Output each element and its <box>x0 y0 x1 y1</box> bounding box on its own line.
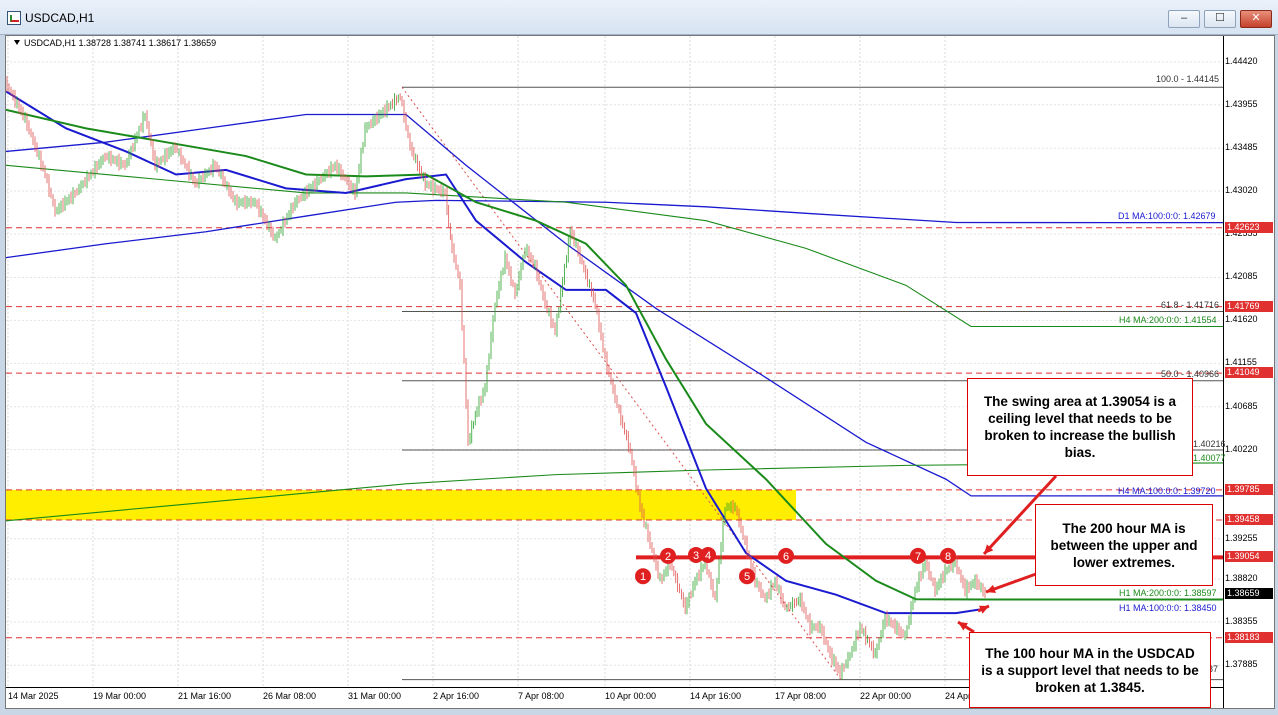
price-tick: 1.43955 <box>1225 98 1258 109</box>
time-tick: 21 Mar 16:00 <box>178 691 232 701</box>
price-tag: 1.38183 <box>1225 631 1273 643</box>
price-tick: 1.44420 <box>1225 55 1258 66</box>
ma200-callout-arrow-head <box>986 584 996 594</box>
time-tick: 22 Apr 00:00 <box>860 691 912 701</box>
price-tick: 1.40685 <box>1225 400 1258 411</box>
price-tick: 1.38820 <box>1225 572 1258 583</box>
window-title: USDCAD,H1 <box>25 11 95 25</box>
time-tick: 24 Apr <box>945 691 972 701</box>
price-tag: 1.38659 <box>1225 587 1273 599</box>
time-tick: 14 Mar 2025 <box>8 691 59 701</box>
price-tick: 1.37885 <box>1225 659 1258 670</box>
time-tick: 19 Mar 00:00 <box>93 691 147 701</box>
fib618-label: 61.8 - 1.41716 <box>1161 300 1220 310</box>
time-tick: 17 Apr 08:00 <box>775 691 827 701</box>
time-tick: 26 Mar 08:00 <box>263 691 317 701</box>
chart-header: USDCAD,H1 1.38728 1.38741 1.38617 1.3865… <box>14 38 216 48</box>
level-40077-label: 1.40077 <box>1193 453 1226 463</box>
close-button[interactable]: ✕ <box>1240 10 1272 28</box>
chart-area[interactable]: USDCAD,H1 1.38728 1.38741 1.38617 1.3865… <box>5 35 1275 709</box>
swing-marker-label-2: 2 <box>665 551 671 563</box>
h4-ma200-label: H4 MA:200:0:0: 1.41554 <box>1119 315 1217 325</box>
swing-zone <box>6 489 796 521</box>
h1-ma100-line <box>6 90 987 615</box>
swing-area-callout: The swing area at 1.39054 is a ceiling l… <box>967 378 1193 476</box>
chart-app-icon <box>7 11 21 25</box>
ma200-callout: The 200 hour MA is between the upper and… <box>1035 504 1213 586</box>
swing-marker-label-1: 1 <box>640 571 646 583</box>
time-tick: 14 Apr 16:00 <box>690 691 742 701</box>
collapse-triangle-icon[interactable] <box>14 40 20 45</box>
maximize-button[interactable]: ☐ <box>1204 10 1236 28</box>
swing-marker-label-7: 7 <box>915 551 921 563</box>
price-chart-svg: 1 2 3 4 5 6 7 8 <box>6 36 1224 687</box>
price-tick: 1.38355 <box>1225 615 1258 626</box>
price-tick: 1.43020 <box>1225 185 1258 196</box>
price-tick: 1.40220 <box>1225 443 1258 454</box>
price-tag: 1.39054 <box>1225 551 1273 563</box>
time-tick: 2 Apr 16:00 <box>433 691 480 701</box>
price-tick: 1.42085 <box>1225 271 1258 282</box>
h4-ma100-label: H4 MA:100:0:0: 1.39720 <box>1118 486 1216 496</box>
h4-ma200-line <box>6 164 1223 328</box>
price-tick: 1.39255 <box>1225 532 1258 543</box>
price-tag: 1.39785 <box>1225 483 1273 495</box>
h1-ma100-label: H1 MA:100:0:0: 1.38450 <box>1119 603 1217 613</box>
price-tag: 1.39458 <box>1225 514 1273 526</box>
price-tag: 1.42623 <box>1225 221 1273 233</box>
window-titlebar: USDCAD,H1 ‒ ☐ ✕ <box>0 0 1278 35</box>
price-tag: 1.41769 <box>1225 300 1273 312</box>
minimize-button[interactable]: ‒ <box>1168 10 1200 28</box>
swing-marker-label-5: 5 <box>744 571 750 583</box>
time-tick: 7 Apr 08:00 <box>518 691 565 701</box>
price-tag: 1.41049 <box>1225 367 1273 379</box>
time-tick: 10 Apr 00:00 <box>605 691 657 701</box>
price-tick: 1.43485 <box>1225 142 1258 153</box>
swing-marker-label-8: 8 <box>945 551 951 563</box>
h1-ma200-label: H1 MA:200:0:0: 1.38597 <box>1119 588 1217 598</box>
swing-marker-label-4: 4 <box>705 550 711 562</box>
swing-marker-label-6: 6 <box>783 551 789 563</box>
swing-marker-label-3: 3 <box>693 550 699 562</box>
ohlc-readout: USDCAD,H1 1.38728 1.38741 1.38617 1.3865… <box>24 38 217 48</box>
d1-ma-label: D1 MA:100:0:0: 1.42679 <box>1118 211 1216 221</box>
ma100-callout: The 100 hour MA in the USDCAD is a suppo… <box>969 632 1211 708</box>
level-40216-label: 1.40216 <box>1193 439 1226 449</box>
price-tick: 1.41620 <box>1225 314 1258 325</box>
fib100-label: 100.0 - 1.44145 <box>1156 74 1220 84</box>
price-tick: 1.41155 <box>1225 357 1257 368</box>
time-tick: 31 Mar 00:00 <box>348 691 402 701</box>
